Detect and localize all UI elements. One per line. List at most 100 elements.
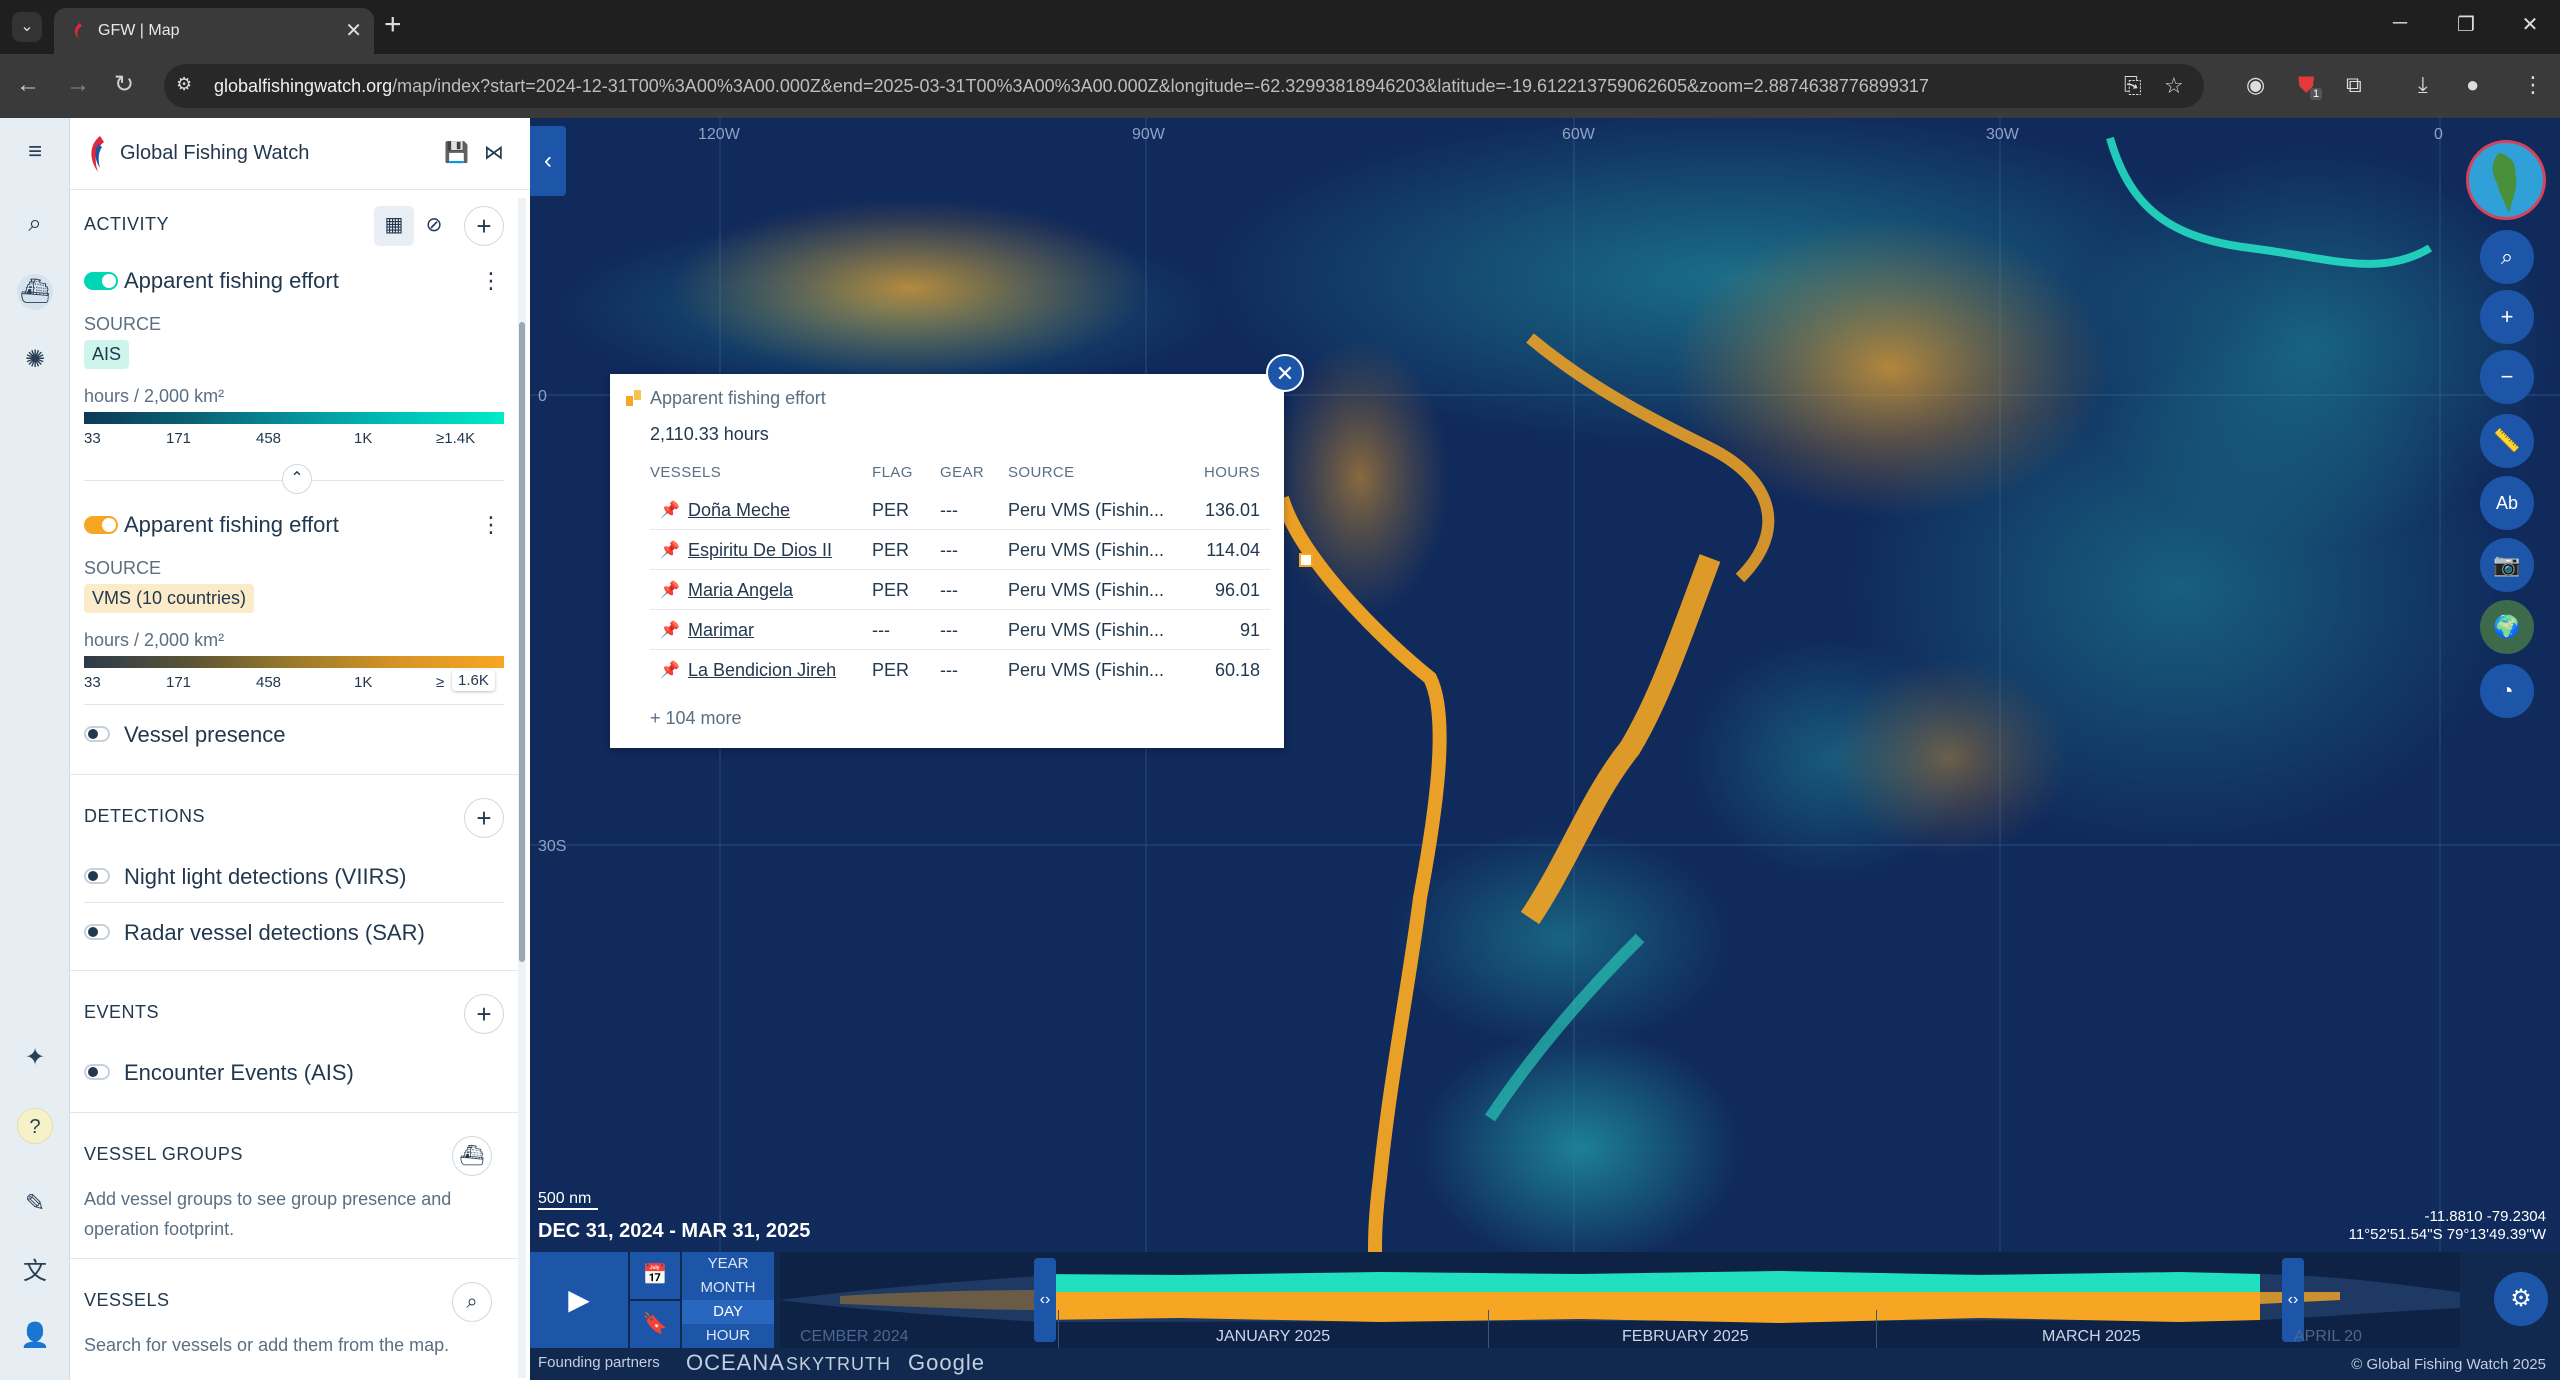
brand-name: Global Fishing Watch [120, 142, 310, 164]
oceana-logo[interactable]: OCEANA [686, 1350, 785, 1376]
reports-icon[interactable]: ✺ [17, 342, 53, 378]
downloads-icon[interactable]: ⤓ [2418, 72, 2428, 98]
ais-color-ramp [84, 412, 504, 424]
encounter-events-toggle[interactable] [84, 1064, 110, 1080]
collapse-layers-icon[interactable]: ⌃ [282, 464, 312, 494]
sar-toggle[interactable] [84, 924, 110, 940]
zoom-out-button[interactable]: − [2480, 350, 2534, 404]
vessel-row[interactable]: 📌 Doña Meche PER --- Peru VMS (Fishin...… [650, 490, 1270, 530]
ais-tick: 1K [354, 430, 373, 447]
bookmark-star-icon[interactable]: ☆ [2164, 73, 2184, 99]
vessel-groups-icon[interactable]: ⛴ [452, 1136, 492, 1176]
back-icon[interactable]: ← [16, 70, 40, 100]
fishing-effort-popup: Apparent fishing effort 2,110.33 hours V… [610, 374, 1284, 748]
user-icon[interactable]: 👤 [17, 1318, 53, 1354]
browser-address-bar: ← → ↻ ⚙ globalfishingwatch.org/map/index… [0, 54, 2560, 118]
vessel-ship-icon[interactable]: ⛴ [17, 274, 53, 310]
sidebar-scrollbar[interactable] [518, 198, 526, 1378]
scroll-thumb[interactable] [519, 322, 525, 962]
calendar-icon[interactable]: 📅 [630, 1252, 680, 1299]
ai-sparkle-icon[interactable]: ✦ [17, 1040, 53, 1076]
collapse-sidebar-button[interactable]: ‹ [530, 126, 566, 196]
extension-badge: 1 [2310, 88, 2323, 100]
vessel-presence-toggle[interactable] [84, 726, 110, 742]
tab-search-button[interactable]: ⌄ [12, 12, 42, 42]
reload-icon[interactable]: ↻ [114, 70, 134, 100]
feedback-icon[interactable]: ✎ [17, 1186, 53, 1222]
zoom-in-button[interactable]: + [2480, 290, 2534, 344]
pin-off-icon[interactable]: ⊘ [414, 206, 454, 246]
install-app-icon[interactable]: ⎘ [2124, 73, 2142, 99]
forward-icon[interactable]: → [66, 70, 90, 100]
interval-hour[interactable]: HOUR [682, 1324, 774, 1348]
skytruth-logo[interactable]: SKYTRUTH [786, 1354, 891, 1375]
interval-year[interactable]: YEAR [682, 1252, 774, 1276]
vms-layer-toggle[interactable] [84, 516, 118, 534]
viirs-toggle[interactable] [84, 868, 110, 884]
pin-icon[interactable]: 📌 [660, 660, 680, 680]
ruler-icon[interactable]: 📏 [2480, 414, 2534, 468]
vessel-row[interactable]: 📌 Maria Angela PER --- Peru VMS (Fishin.… [650, 570, 1270, 610]
google-logo[interactable]: Google [908, 1350, 985, 1376]
share-icon[interactable]: ⋈ [484, 140, 504, 165]
loading-spinner-icon: ◔ [2480, 664, 2534, 718]
popup-close-button[interactable]: ✕ [1266, 354, 1304, 392]
vessel-row[interactable]: 📌 La Bendicion Jireh PER --- Peru VMS (F… [650, 650, 1270, 690]
vessel-hours: 91 [1239, 620, 1260, 640]
vessel-row[interactable]: 📌 Marimar --- --- Peru VMS (Fishin... 91 [650, 610, 1270, 650]
add-activity-layer-button[interactable]: + [464, 206, 504, 246]
map-search-icon[interactable]: ⌕ [2480, 230, 2534, 284]
vessel-name-link[interactable]: Marimar [688, 620, 754, 641]
vessel-name-link[interactable]: Maria Angela [688, 580, 793, 601]
vessel-name-link[interactable]: La Bendicion Jireh [688, 660, 836, 681]
bookmark-icon[interactable]: 🔖 [630, 1301, 680, 1348]
annotation-icon[interactable]: Ab [2480, 476, 2534, 530]
profile-avatar-icon[interactable]: ● [2466, 72, 2479, 98]
add-events-layer-button[interactable]: + [464, 994, 504, 1034]
ais-layer-toggle[interactable] [84, 272, 118, 290]
site-info-icon[interactable]: ⚙ [176, 74, 200, 98]
search-icon[interactable]: ⌕ [17, 206, 53, 242]
pin-icon[interactable]: 📌 [660, 500, 680, 520]
extension-glasses-icon[interactable]: ◉ [2246, 72, 2265, 98]
pin-icon[interactable]: 📌 [660, 580, 680, 600]
timebar-settings-icon[interactable]: ⚙ [2494, 1272, 2548, 1326]
play-button[interactable]: ▶ [530, 1252, 628, 1348]
close-window-icon[interactable]: ✕ [2510, 12, 2550, 37]
vessel-name-link[interactable]: Espiritu De Dios II [688, 540, 832, 561]
language-icon[interactable]: 文 [17, 1254, 53, 1290]
vessel-row[interactable]: 📌 Espiritu De Dios II PER --- Peru VMS (… [650, 530, 1270, 570]
vessel-hours: 60.18 [1214, 660, 1260, 680]
basemap-satellite-icon[interactable]: 🌍 [2480, 600, 2534, 654]
pin-icon[interactable]: 📌 [660, 540, 680, 560]
viirs-layer-title: Night light detections (VIIRS) [124, 864, 407, 889]
mini-globe[interactable] [2466, 140, 2546, 220]
vms-layer-menu-icon[interactable]: ⋮ [480, 512, 502, 538]
interval-day[interactable]: DAY [682, 1300, 774, 1324]
save-workspace-icon[interactable]: 💾 [444, 140, 469, 165]
browser-menu-icon[interactable]: ⋮ [2522, 72, 2544, 98]
heatmap-mode-icon[interactable]: ▦ [374, 206, 414, 246]
timebar-start-handle[interactable]: ‹› [1034, 1258, 1056, 1342]
add-detections-layer-button[interactable]: + [464, 798, 504, 838]
vessel-gear: --- [940, 500, 958, 520]
vessel-flag: PER [872, 540, 910, 560]
vessel-search-icon[interactable]: ⌕ [452, 1282, 492, 1322]
timebar-track[interactable] [780, 1252, 2460, 1348]
restore-icon[interactable]: ❐ [2446, 12, 2486, 37]
menu-icon[interactable]: ≡ [17, 134, 53, 170]
tab-title: GFW | Map [98, 22, 180, 39]
more-vessels-link[interactable]: + 104 more [650, 708, 742, 729]
tab-close-icon[interactable]: ✕ [345, 18, 362, 43]
interval-month[interactable]: MONTH [682, 1276, 774, 1300]
url-field[interactable]: ⚙ globalfishingwatch.org/map/index?start… [164, 64, 2204, 108]
pin-icon[interactable]: 📌 [660, 620, 680, 640]
minimize-icon[interactable]: ─ [2380, 12, 2420, 35]
extensions-puzzle-icon[interactable]: ⧉ [2346, 72, 2362, 98]
ais-layer-menu-icon[interactable]: ⋮ [480, 268, 502, 294]
screenshot-camera-icon[interactable]: 📷 [2480, 538, 2534, 592]
new-tab-button[interactable]: + [384, 10, 402, 40]
vessel-name-link[interactable]: Doña Meche [688, 500, 790, 521]
help-icon[interactable]: ? [17, 1108, 53, 1144]
browser-tab[interactable]: GFW | Map ✕ [54, 8, 374, 54]
